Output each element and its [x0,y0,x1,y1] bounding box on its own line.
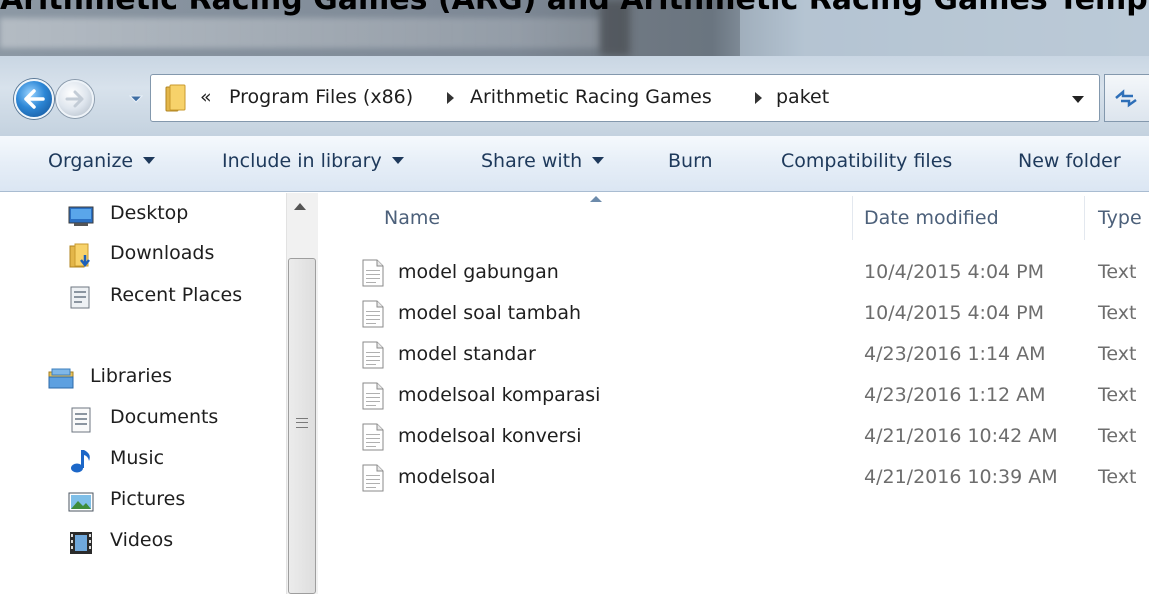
documents-icon [71,407,91,433]
file-row[interactable]: model soal tambah 10/4/2015 4:04 PM Text [358,296,1149,334]
organize-menu-button[interactable]: Organize [48,150,156,172]
file-type: Text [1098,302,1137,324]
file-name: model standar [398,343,536,365]
nav-item-label: Downloads [110,242,215,264]
file-row[interactable]: model gabungan 10/4/2015 4:04 PM Text [358,255,1149,293]
scroll-up-arrow-icon[interactable] [294,203,306,210]
file-date-modified: 10/4/2015 4:04 PM [864,261,1045,283]
text-file-icon [362,382,384,410]
background-blur [0,18,600,48]
column-divider[interactable] [1084,196,1085,240]
chevron-down-icon [391,157,404,164]
file-date-modified: 4/23/2016 1:14 AM [864,343,1046,365]
text-file-icon [362,423,384,451]
nav-item-label: Desktop [110,202,189,224]
file-name: modelsoal [398,466,496,488]
chevron-down-icon [143,157,156,164]
nav-item-label: Pictures [110,488,186,510]
back-arrow-icon [24,89,45,109]
include-in-library-button[interactable]: Include in library [222,150,404,172]
share-with-button[interactable]: Share with [481,150,605,172]
compatibility-files-button[interactable]: Compatibility files [781,150,952,172]
file-date-modified: 4/21/2016 10:39 AM [864,466,1058,488]
chevron-down-icon [592,157,605,164]
downloads-folder-icon [69,243,90,268]
text-file-icon [362,464,384,492]
file-row[interactable]: model standar 4/23/2016 1:14 AM Text [358,337,1149,375]
file-date-modified: 4/23/2016 1:12 AM [864,384,1046,406]
nav-item-label: Videos [110,529,174,551]
column-header-type[interactable]: Type [1098,207,1142,229]
file-row[interactable]: modelsoal konversi 4/21/2016 10:42 AM Text [358,419,1149,457]
file-type: Text [1098,425,1137,447]
breadcrumb-item-arithmetic-racing-games[interactable]: Arithmetic Racing Games [470,86,712,108]
scrollbar-grip-icon [296,418,308,428]
recent-places-icon [70,286,90,309]
breadcrumb-overflow[interactable]: « [200,86,212,108]
refresh-icon [1115,89,1137,108]
address-dropdown-icon[interactable] [1072,96,1084,103]
include-in-library-label: Include in library [222,150,382,172]
file-name: modelsoal konversi [398,425,582,447]
column-header-name[interactable]: Name [384,207,440,229]
forward-button[interactable] [56,80,94,118]
file-name: model gabungan [398,261,559,283]
nav-item-label: Recent Places [110,284,243,306]
nav-item-label: Music [110,447,165,469]
forward-arrow-icon [65,90,84,108]
text-file-icon [362,341,384,369]
file-name: model soal tambah [398,302,582,324]
breadcrumb-separator-icon[interactable] [447,92,454,104]
breadcrumb-item-program-files[interactable]: Program Files (x86) [229,86,413,108]
recent-pages-chevron-icon[interactable] [128,93,144,105]
breadcrumb-item-paket[interactable]: paket [776,86,829,108]
column-header-date-modified[interactable]: Date modified [864,207,999,229]
refresh-button[interactable] [1104,74,1149,122]
text-file-icon [362,300,384,328]
folder-icon [165,84,186,112]
file-type: Text [1098,384,1137,406]
column-divider[interactable] [852,196,853,240]
file-row[interactable]: modelsoal komparasi 4/23/2016 1:12 AM Text [358,378,1149,416]
text-file-icon [362,259,384,287]
music-note-icon [71,450,90,473]
libraries-icon [48,368,74,389]
file-type: Text [1098,343,1137,365]
share-with-label: Share with [481,150,583,172]
file-type: Text [1098,261,1137,283]
nav-item-label: Documents [110,406,219,428]
file-row[interactable]: modelsoal 4/21/2016 10:39 AM Text [358,460,1149,498]
organize-label: Organize [48,150,134,172]
file-type: Text [1098,466,1137,488]
new-folder-button[interactable]: New folder [1018,150,1121,172]
sort-ascending-icon [590,196,602,202]
pictures-icon [68,492,94,512]
file-date-modified: 4/21/2016 10:42 AM [864,425,1058,447]
back-button[interactable] [14,79,54,119]
window-title: Arithmetic Racing Games (ARG) and Arithm… [0,0,1149,18]
window-title-strip: Arithmetic Racing Games (ARG) and Arithm… [0,0,1149,56]
file-name: modelsoal komparasi [398,384,601,406]
burn-button[interactable]: Burn [668,150,713,172]
breadcrumb-separator-icon[interactable] [755,92,762,104]
nav-item-label: Libraries [90,365,173,387]
videos-film-icon [70,532,92,554]
file-date-modified: 10/4/2015 4:04 PM [864,302,1045,324]
desktop-icon [68,206,94,226]
